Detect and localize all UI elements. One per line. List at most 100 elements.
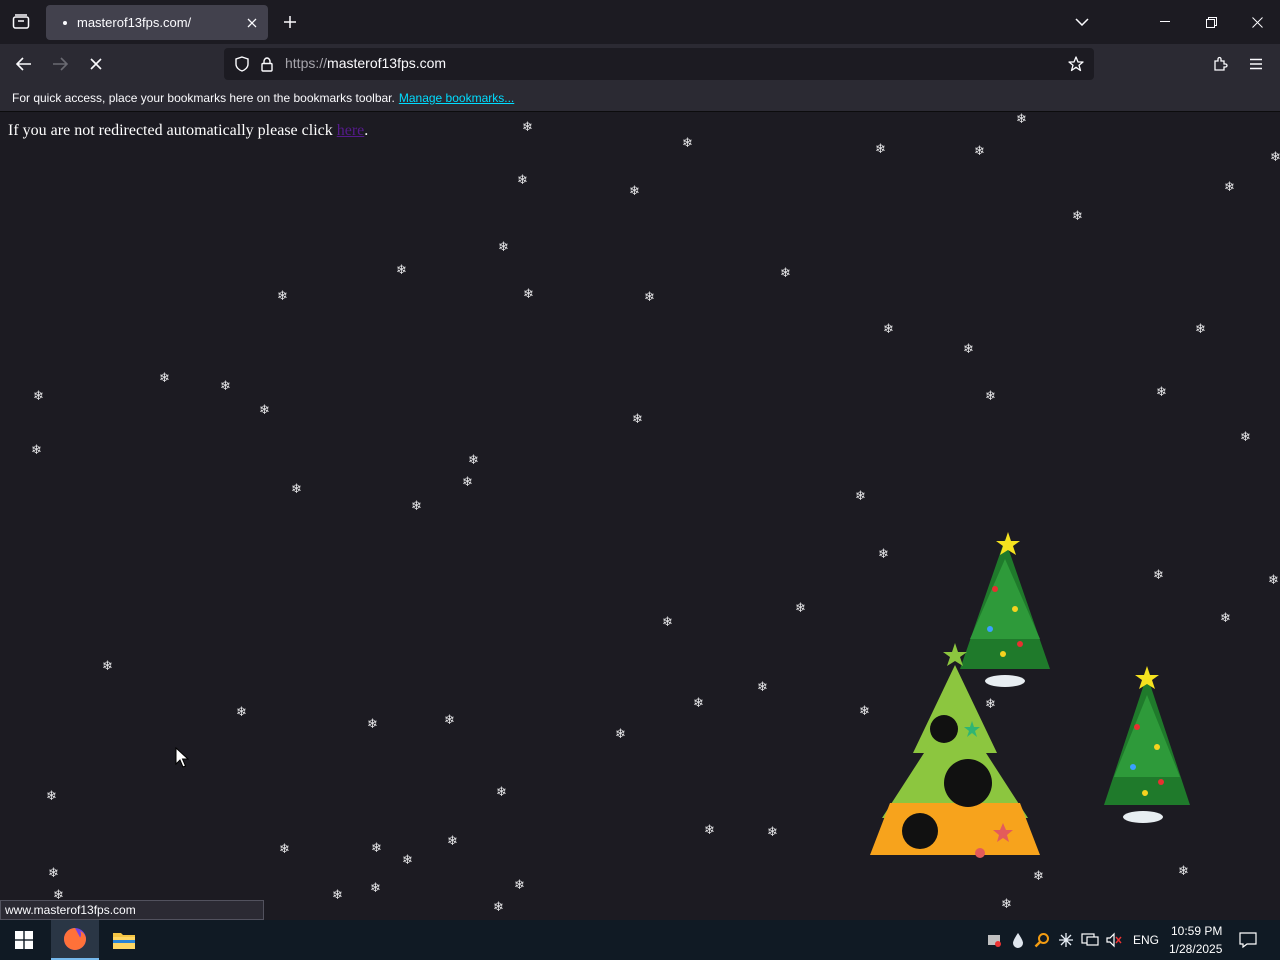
snowflake-icon: ❄	[102, 659, 113, 674]
extensions-icon[interactable]	[1204, 48, 1236, 80]
star-icon[interactable]	[1064, 52, 1088, 76]
droplet-icon[interactable]	[1008, 930, 1028, 950]
snowflake-icon: ❄	[291, 482, 302, 497]
snowflake-icon: ❄	[33, 389, 44, 404]
snowflake-icon: ❄	[1178, 864, 1189, 879]
snowflake-icon: ❄	[411, 499, 422, 514]
snowflake-icon: ❄	[767, 825, 778, 840]
snowflake-icon: ❄	[1270, 150, 1280, 165]
snowflake-icon: ❄	[236, 705, 247, 720]
lock-icon[interactable]	[256, 52, 278, 76]
snowflake-icon: ❄	[402, 853, 413, 868]
navigation-toolbar: https://masterof13fps.com	[0, 44, 1280, 84]
snowflake-icon: ❄	[1220, 611, 1231, 626]
snowflake-icon: ❄	[682, 136, 693, 151]
network-icon[interactable]	[1080, 930, 1100, 950]
snowflake-icon: ❄	[514, 878, 525, 893]
snowflake-icon: ❄	[644, 290, 655, 305]
manage-bookmarks-link[interactable]: Manage bookmarks...	[399, 91, 514, 105]
snowflake-icon: ❄	[279, 842, 290, 857]
snowflake-icon: ❄	[371, 841, 382, 856]
url-text[interactable]: https://masterof13fps.com	[285, 55, 446, 71]
snowflake-icon: ❄	[367, 717, 378, 732]
url-bar[interactable]: https://masterof13fps.com	[224, 48, 1094, 80]
snowflake-icon: ❄	[1001, 897, 1012, 912]
search-tray-icon[interactable]	[1032, 930, 1052, 950]
shield-icon[interactable]	[230, 52, 254, 76]
snowflake-icon: ❄	[1072, 209, 1083, 224]
snowflake-icon: ❄	[883, 322, 894, 337]
snowflake-icon: ❄	[523, 287, 534, 302]
bookmarks-toolbar: For quick access, place your bookmarks h…	[0, 84, 1280, 112]
redirect-message: If you are not redirected automatically …	[8, 122, 368, 140]
snowflake-icon: ❄	[493, 900, 504, 915]
url-host: masterof13fps.com	[327, 55, 447, 71]
file-explorer-icon[interactable]	[100, 920, 148, 960]
snowflake-icon: ❄	[1224, 180, 1235, 195]
snowflake-icon: ❄	[1153, 568, 1164, 583]
snowflake-icon: ❄	[1195, 322, 1206, 337]
page-content: If you are not redirected automatically …	[0, 113, 1280, 920]
snowflake-icon: ❄	[878, 547, 889, 562]
snowflake-icon: ❄	[517, 173, 528, 188]
snowflake-icon: ❄	[46, 789, 57, 804]
snowflake-icon: ❄	[974, 144, 985, 159]
snowflake-icon: ❄	[662, 615, 673, 630]
status-bar: www.masterof13fps.com	[0, 900, 264, 920]
clock-time[interactable]: 10:59 PM	[1171, 924, 1222, 938]
windows-start-icon[interactable]	[0, 920, 48, 960]
plus-icon[interactable]	[276, 8, 304, 36]
snowflake-icon: ❄	[444, 713, 455, 728]
tab-strip: masterof13fps.com/	[0, 0, 1280, 44]
snowflake-icon: ❄	[615, 727, 626, 742]
minimize-icon[interactable]	[1142, 0, 1188, 44]
close-icon[interactable]	[240, 11, 264, 35]
snowflake-icon: ❄	[1240, 430, 1251, 445]
forward-icon[interactable]	[44, 48, 76, 80]
stop-icon[interactable]	[80, 48, 112, 80]
snowflake-icon: ❄	[370, 881, 381, 896]
close-window-icon[interactable]	[1234, 0, 1280, 44]
clock-date[interactable]: 1/28/2025	[1169, 942, 1222, 956]
app-tray-icon[interactable]	[984, 930, 1004, 950]
snowflake-icon: ❄	[693, 696, 704, 711]
snowflake-icon: ❄	[963, 342, 974, 357]
snowflake-icon: ❄	[48, 866, 59, 881]
tab-list-icon[interactable]	[0, 0, 42, 44]
windows-taskbar: ENG 10:59 PM 1/28/2025	[0, 920, 1280, 960]
snowflake-icon: ❄	[795, 601, 806, 616]
url-scheme: https://	[285, 55, 328, 71]
snowflake-icon: ❄	[496, 785, 507, 800]
snowflake-icon: ❄	[462, 475, 473, 490]
snowflake-icon: ❄	[468, 453, 479, 468]
tab-active[interactable]: masterof13fps.com/	[46, 5, 268, 40]
snowflake-icon: ❄	[498, 240, 509, 255]
snowflake-icon: ❄	[220, 379, 231, 394]
snowflake-icon: ❄	[1156, 385, 1167, 400]
snowflake-icon: ❄	[1268, 573, 1279, 588]
snowflake-icon: ❄	[704, 823, 715, 838]
restore-icon[interactable]	[1188, 0, 1234, 44]
loading-dot	[63, 20, 67, 25]
firefox-icon[interactable]	[51, 920, 99, 960]
snowflake-icon: ❄	[985, 389, 996, 404]
back-icon[interactable]	[8, 48, 40, 80]
snowflake-icon: ❄	[447, 834, 458, 849]
redirect-period: .	[364, 122, 369, 139]
language-indicator[interactable]: ENG	[1133, 933, 1159, 947]
volume-muted-icon[interactable]	[1104, 930, 1124, 950]
christmas-tree-image	[1104, 666, 1190, 823]
snowflake-icon: ❄	[1016, 113, 1027, 127]
snowflake-icon: ❄	[522, 120, 533, 135]
mouse-cursor-icon	[175, 747, 189, 768]
chevron-down-icon[interactable]	[1068, 8, 1096, 36]
menu-icon[interactable]	[1240, 48, 1272, 80]
snowflake-icon: ❄	[855, 489, 866, 504]
redirect-link[interactable]: here	[337, 122, 365, 139]
snowflake-icon: ❄	[259, 403, 270, 418]
sparkle-tray-icon[interactable]	[1056, 930, 1076, 950]
snowflake-icon: ❄	[632, 412, 643, 427]
snowflake-icon: ❄	[780, 266, 791, 281]
notification-icon[interactable]	[1238, 930, 1258, 950]
snowflake-icon: ❄	[159, 371, 170, 386]
